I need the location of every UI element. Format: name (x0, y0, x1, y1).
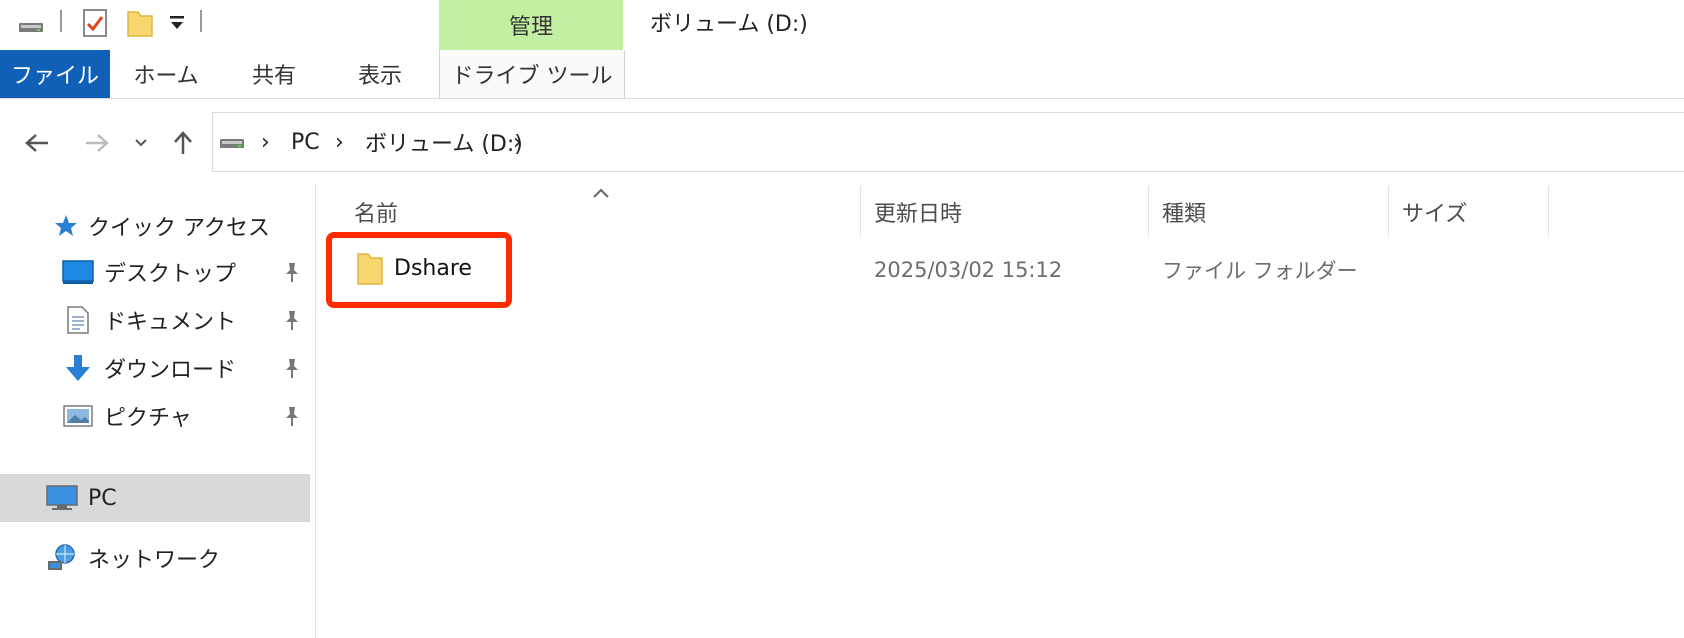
nav-label: クイック アクセス (88, 216, 270, 241)
nav-label: ドキュメント (104, 310, 237, 335)
column-divider[interactable] (1548, 186, 1549, 236)
forward-button[interactable] (80, 122, 114, 164)
navigation-pane: クイック アクセス デスクトップ ドキュメント ダウンロード ピクチャ PC ネ… (0, 184, 316, 638)
pin-icon[interactable] (282, 356, 302, 380)
file-type: ファイル フォルダー (1162, 259, 1358, 283)
column-header-type[interactable]: 種類 (1162, 190, 1382, 234)
address-bar[interactable]: › PC › ボリューム (D:) › (212, 112, 1684, 172)
column-header-name[interactable]: 名前 (354, 190, 854, 234)
tab-home[interactable]: ホーム (120, 50, 212, 98)
breadcrumb-separator-icon[interactable]: › (513, 113, 522, 171)
nav-item-pictures[interactable]: ピクチャ (0, 394, 310, 438)
nav-quick-access[interactable]: クイック アクセス (0, 204, 310, 248)
pin-icon[interactable] (282, 404, 302, 428)
tab-share[interactable]: 共有 (228, 50, 320, 98)
tab-view[interactable]: 表示 (334, 50, 426, 98)
nav-item-downloads[interactable]: ダウンロード (0, 346, 310, 390)
breadcrumb-volume-d[interactable]: ボリューム (D:) (365, 113, 523, 171)
column-header-modified[interactable]: 更新日時 (874, 190, 1144, 234)
document-icon (62, 305, 94, 335)
pin-icon[interactable] (282, 260, 302, 284)
desktop-icon (62, 257, 94, 287)
computer-icon (46, 483, 78, 513)
breadcrumb-pc[interactable]: PC (291, 113, 320, 171)
column-divider[interactable] (860, 186, 861, 236)
column-header-size[interactable]: サイズ (1402, 190, 1542, 234)
chevron-down-icon (135, 139, 147, 147)
nav-item-pc[interactable]: PC (0, 474, 310, 522)
tab-drive-tools[interactable]: ドライブ ツール (439, 50, 625, 98)
column-divider[interactable] (1148, 186, 1149, 236)
properties-icon[interactable] (82, 8, 108, 42)
network-icon (46, 543, 78, 573)
nav-label: ネットワーク (88, 548, 221, 573)
star-icon (50, 211, 82, 241)
nav-item-desktop[interactable]: デスクトップ (0, 250, 310, 294)
nav-label: PC (88, 485, 117, 511)
up-button[interactable] (166, 122, 200, 164)
toolbar-separator (60, 10, 62, 32)
pin-icon[interactable] (282, 308, 302, 332)
back-button[interactable] (20, 122, 54, 164)
drive-icon (219, 131, 245, 155)
drive-icon (18, 14, 44, 38)
nav-label: ダウンロード (104, 358, 237, 383)
manage-context-tab[interactable]: 管理 (439, 0, 623, 50)
arrow-up-icon (174, 131, 192, 154)
toolbar-separator (200, 10, 202, 32)
nav-label: ピクチャ (104, 406, 192, 431)
tab-file[interactable]: ファイル (0, 50, 110, 98)
nav-item-documents[interactable]: ドキュメント (0, 298, 310, 342)
nav-label: デスクトップ (104, 262, 237, 287)
arrow-left-icon (25, 134, 48, 152)
ribbon-tabs: ファイル ホーム 共有 表示 ドライブ ツール (0, 50, 1684, 99)
window-title: ボリューム (D:) (650, 12, 808, 37)
new-folder-icon[interactable] (126, 8, 154, 42)
customize-toolbar-icon[interactable] (168, 14, 186, 36)
recent-locations-button[interactable] (128, 122, 154, 164)
breadcrumb-separator-icon[interactable]: › (335, 113, 344, 171)
picture-icon (62, 401, 94, 431)
nav-item-network[interactable]: ネットワーク (0, 536, 310, 580)
column-divider[interactable] (1388, 186, 1389, 236)
download-arrow-icon (62, 353, 94, 383)
highlight-box (326, 232, 512, 308)
title-bar: 管理 ボリューム (D:) (0, 0, 1684, 50)
breadcrumb-separator-icon[interactable]: › (261, 113, 270, 171)
arrow-right-icon (86, 134, 109, 152)
file-modified: 2025/03/02 15:12 (874, 258, 1063, 282)
